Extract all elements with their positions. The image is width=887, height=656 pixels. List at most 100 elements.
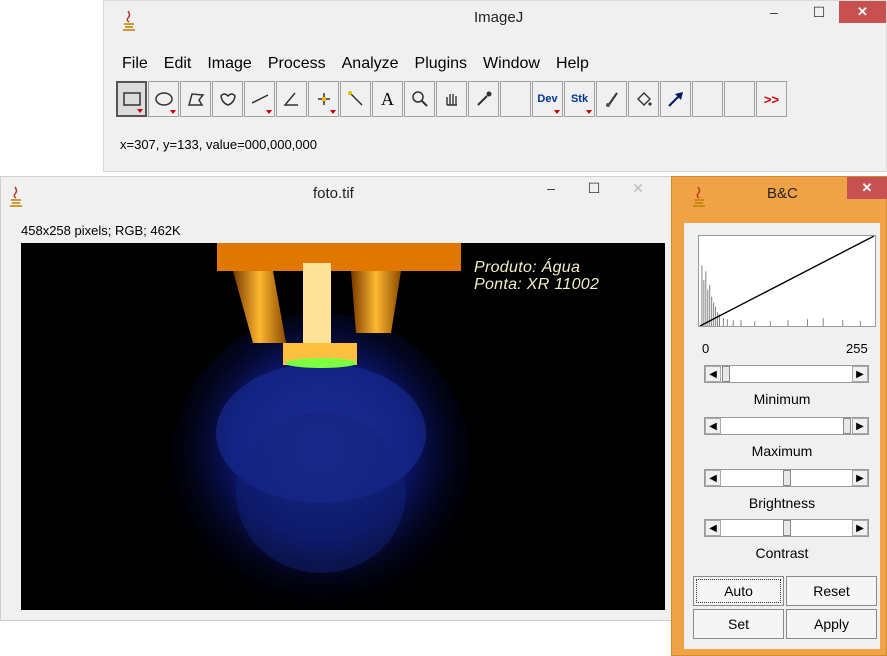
paint-bucket-icon — [636, 92, 652, 106]
arrow-right-icon[interactable]: ▶ — [852, 366, 868, 382]
maximize-button[interactable]: ☐ — [579, 177, 609, 199]
minimize-button[interactable]: – — [759, 1, 789, 23]
imagej-main-window: ImageJ – ☐ ✕ File Edit Image Process Ana… — [103, 0, 887, 172]
brush-icon — [605, 92, 618, 107]
java-logo-icon — [10, 186, 22, 207]
maximize-button[interactable]: ☐ — [804, 1, 834, 23]
oval-icon — [154, 92, 173, 106]
close-button[interactable]: ✕ — [847, 177, 887, 199]
toolbar: A Dev Stk >> — [116, 81, 788, 119]
oval-tool[interactable] — [148, 81, 179, 117]
slider-thumb[interactable] — [722, 366, 730, 382]
brightness-label: Brightness — [748, 495, 816, 511]
close-button[interactable]: ✕ — [613, 177, 663, 199]
menu-image[interactable]: Image — [201, 53, 257, 75]
histogram-plot — [698, 235, 876, 327]
brightness-slider[interactable]: ◀ ▶ — [704, 469, 869, 487]
maximum-slider[interactable]: ◀ ▶ — [704, 417, 869, 435]
arrow-left-icon[interactable]: ◀ — [705, 520, 721, 536]
angle-tool[interactable] — [276, 81, 307, 117]
image-window-titlebar[interactable]: foto.tif – ☐ ✕ — [1, 177, 675, 211]
contrast-slider[interactable]: ◀ ▶ — [704, 519, 869, 537]
menu-bar: File Edit Image Process Analyze Plugins … — [116, 53, 599, 75]
java-logo-icon — [123, 10, 135, 31]
image-canvas[interactable]: Produto: Água Ponta: XR 11002 — [21, 243, 665, 610]
reset-button[interactable]: Reset — [786, 576, 877, 606]
apply-button[interactable]: Apply — [786, 609, 877, 639]
empty-tool-slot[interactable] — [500, 81, 531, 117]
stk-tool[interactable]: Stk — [564, 81, 595, 117]
freehand-tool[interactable] — [212, 81, 243, 117]
range-max-label: 255 — [846, 341, 868, 356]
wand-tool[interactable] — [340, 81, 371, 117]
overlay-line-product: Produto: Água — [474, 259, 581, 276]
wand-icon — [347, 91, 363, 106]
bc-title: B&C — [767, 185, 798, 202]
line-icon — [251, 94, 268, 104]
auto-button[interactable]: Auto — [693, 576, 784, 606]
brightness-contrast-window: B&C ✕ 0 255 ◀ ▶ Minimum ◀ ▶ Maximum ◀ ▶ … — [671, 176, 887, 656]
image-overlay-text: Produto: Água Ponta: XR 11002 — [474, 259, 599, 293]
angle-icon — [282, 92, 298, 106]
hand-icon — [445, 94, 457, 106]
menu-help[interactable]: Help — [550, 53, 595, 75]
stk-icon: Stk — [570, 93, 589, 105]
arrow-icon — [667, 92, 683, 107]
line-tool[interactable] — [244, 81, 275, 117]
minimum-label: Minimum — [753, 391, 811, 407]
image-info: 458x258 pixels; RGB; 462K — [21, 223, 181, 238]
minimize-button[interactable]: – — [536, 177, 566, 199]
bc-titlebar[interactable]: B&C ✕ — [672, 177, 887, 211]
color-picker-tool[interactable] — [468, 81, 499, 117]
dev-tool[interactable]: Dev — [532, 81, 563, 117]
magnifier-icon — [411, 91, 428, 107]
contrast-label: Contrast — [755, 545, 809, 561]
arrow-right-icon[interactable]: ▶ — [852, 418, 868, 434]
arrow-tool[interactable] — [660, 81, 691, 117]
menu-analyze[interactable]: Analyze — [336, 53, 405, 75]
menu-process[interactable]: Process — [262, 53, 332, 75]
empty-tool-slot[interactable] — [724, 81, 755, 117]
image-window-title: foto.tif — [313, 185, 354, 202]
slider-thumb[interactable] — [783, 470, 791, 486]
more-tools-button[interactable]: >> — [756, 81, 787, 117]
text-tool[interactable]: A — [372, 81, 403, 117]
imagej-title: ImageJ — [474, 9, 524, 26]
more-icon: >> — [763, 91, 780, 107]
point-icon — [317, 93, 330, 105]
brush-tool[interactable] — [596, 81, 627, 117]
slider-thumb[interactable] — [843, 418, 851, 434]
imagej-titlebar[interactable]: ImageJ – ☐ ✕ — [104, 1, 886, 35]
status-bar: x=307, y=133, value=000,000,000 — [120, 137, 317, 152]
text-icon: A — [381, 88, 394, 109]
arrow-left-icon[interactable]: ◀ — [705, 418, 721, 434]
arrow-right-icon[interactable]: ▶ — [852, 470, 868, 486]
zoom-tool[interactable] — [404, 81, 435, 117]
dev-icon: Dev — [537, 93, 558, 105]
arrow-left-icon[interactable]: ◀ — [705, 366, 721, 382]
hand-tool[interactable] — [436, 81, 467, 117]
rectangle-tool[interactable] — [116, 81, 147, 117]
menu-file[interactable]: File — [116, 53, 154, 75]
eyedropper-icon — [476, 91, 491, 106]
nozzle-spray-photo — [171, 243, 471, 610]
minimum-slider[interactable]: ◀ ▶ — [704, 365, 869, 383]
close-button[interactable]: ✕ — [839, 1, 886, 23]
flood-fill-tool[interactable] — [628, 81, 659, 117]
overlay-line-nozzle: Ponta: XR 11002 — [474, 276, 600, 293]
empty-tool-slot[interactable] — [692, 81, 723, 117]
java-logo-icon — [693, 186, 705, 207]
arrow-left-icon[interactable]: ◀ — [705, 470, 721, 486]
menu-window[interactable]: Window — [477, 53, 546, 75]
point-tool[interactable] — [308, 81, 339, 117]
slider-thumb[interactable] — [783, 520, 791, 536]
image-window: foto.tif – ☐ ✕ 458x258 pixels; RGB; 462K — [0, 176, 676, 621]
set-button[interactable]: Set — [693, 609, 784, 639]
menu-edit[interactable]: Edit — [158, 53, 198, 75]
arrow-right-icon[interactable]: ▶ — [852, 520, 868, 536]
polygon-tool[interactable] — [180, 81, 211, 117]
menu-plugins[interactable]: Plugins — [409, 53, 473, 75]
range-min-label: 0 — [702, 341, 710, 356]
polygon-icon — [187, 93, 204, 106]
rectangle-icon — [122, 92, 141, 106]
